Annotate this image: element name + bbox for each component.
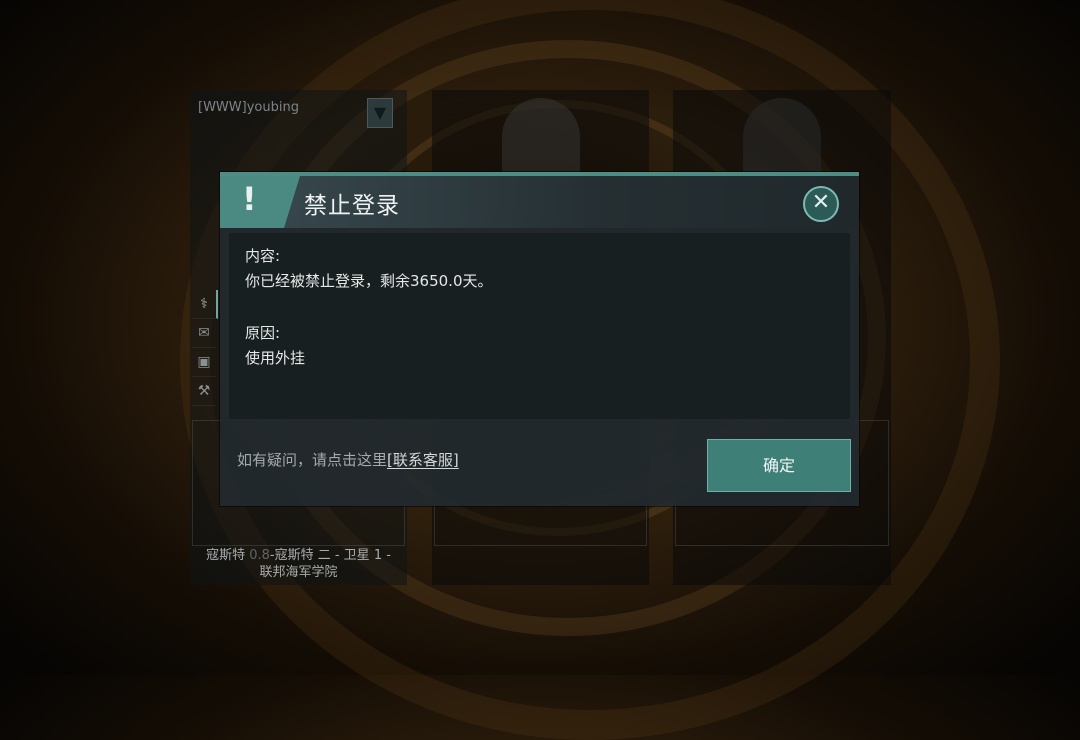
confirm-button[interactable]: 确定 xyxy=(707,439,851,492)
reason-label: 原因: xyxy=(245,324,281,342)
character-location: 寇斯特 0.8-寇斯特 二 - 卫星 1 - 联邦海军学院 xyxy=(190,547,407,581)
location-system: 寇斯特 xyxy=(206,548,250,563)
mail-icon[interactable]: ✉ xyxy=(192,319,216,348)
content-label: 内容: xyxy=(245,247,281,265)
reason-text: 使用外挂 xyxy=(245,349,306,367)
message-box: 内容: 你已经被禁止登录，剩余3650.0天。 原因: 使用外挂 xyxy=(229,233,850,419)
tool-icon[interactable]: ⚒ xyxy=(192,377,216,406)
warning-icon: ! xyxy=(242,180,257,218)
dna-icon[interactable]: ⚕ xyxy=(192,290,218,319)
wallet-icon[interactable]: ▣ xyxy=(192,348,216,377)
location-station: 联邦海军学院 xyxy=(259,565,338,580)
dialog-header: ! 禁止登录 ✕ xyxy=(220,176,859,228)
dialog-title: 禁止登录 xyxy=(304,193,400,219)
close-button[interactable]: ✕ xyxy=(803,186,839,222)
help-text: 如有疑问，请点击这里[联系客服] xyxy=(237,449,459,470)
slot-side-toolbar: ⚕ ✉ ▣ ⚒ xyxy=(192,290,218,406)
content-text: 你已经被禁止登录，剩余3650.0天。 xyxy=(245,272,493,290)
location-detail: -寇斯特 二 - 卫星 1 - xyxy=(269,548,391,563)
security-status: 0.8 xyxy=(249,548,270,563)
help-prompt: 如有疑问，请点击这里 xyxy=(237,451,388,469)
empty-avatar-icon xyxy=(502,98,580,178)
contact-support-link[interactable]: [联系客服] xyxy=(387,451,459,469)
player-name: [WWW]youbing xyxy=(198,100,299,115)
close-icon: ✕ xyxy=(811,190,831,215)
warning-badge: ! xyxy=(220,176,300,228)
ban-dialog: ! 禁止登录 ✕ 内容: 你已经被禁止登录，剩余3650.0天。 原因: 使用外… xyxy=(220,172,859,506)
corp-emblem-icon: ▼ xyxy=(367,98,393,128)
empty-avatar-icon xyxy=(743,98,821,178)
